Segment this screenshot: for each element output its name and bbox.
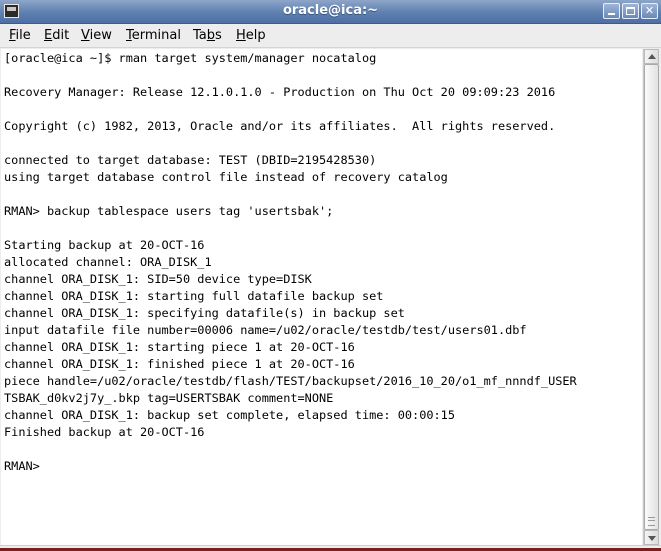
terminal-line: input datafile file number=00006 name=/u… bbox=[4, 323, 527, 337]
terminal-line: piece handle=/u02/oracle/testdb/flash/TE… bbox=[4, 374, 577, 388]
scrollbar-thumb[interactable] bbox=[644, 64, 659, 530]
terminal-window: oracle@ica:~ ✕ File Edit View Terminal T… bbox=[0, 0, 661, 551]
terminal-line: allocated channel: ORA_DISK_1 bbox=[4, 255, 212, 269]
close-button[interactable]: ✕ bbox=[641, 3, 658, 19]
terminal-line: [oracle@ica ~]$ rman target system/manag… bbox=[4, 51, 377, 65]
menu-file[interactable]: File bbox=[9, 28, 31, 43]
minimize-button[interactable] bbox=[603, 3, 620, 19]
terminal-line: channel ORA_DISK_1: starting piece 1 at … bbox=[4, 340, 355, 354]
terminal-line: channel ORA_DISK_1: specifying datafile(… bbox=[4, 306, 405, 320]
vertical-scrollbar[interactable] bbox=[643, 49, 659, 545]
arrow-up-icon bbox=[648, 54, 656, 59]
terminal-line: channel ORA_DISK_1: starting full datafi… bbox=[4, 289, 384, 303]
window-bottom-edge bbox=[0, 545, 661, 551]
terminal-line: Starting backup at 20-OCT-16 bbox=[4, 238, 205, 252]
terminal-prompt-line: RMAN> bbox=[4, 459, 47, 473]
terminal-line: TSBAK_d0kv2j7y_.bkp tag=USERTSBAK commen… bbox=[4, 391, 334, 405]
terminal-output[interactable]: [oracle@ica ~]$ rman target system/manag… bbox=[1, 49, 642, 545]
scroll-up-button[interactable] bbox=[644, 49, 659, 64]
menu-help[interactable]: Help bbox=[236, 28, 266, 43]
maximize-button[interactable] bbox=[622, 3, 639, 19]
menu-tabs[interactable]: Tabs bbox=[193, 28, 222, 43]
terminal-line: channel ORA_DISK_1: SID=50 device type=D… bbox=[4, 272, 312, 286]
menu-bar: File Edit View Terminal Tabs Help bbox=[0, 24, 661, 48]
scroll-down-button[interactable] bbox=[644, 530, 659, 545]
menu-edit[interactable]: Edit bbox=[44, 28, 69, 43]
menu-terminal[interactable]: Terminal bbox=[126, 28, 181, 43]
arrow-down-icon bbox=[648, 536, 656, 541]
grip-icon bbox=[648, 517, 655, 526]
terminal-line: Recovery Manager: Release 12.1.0.1.0 - P… bbox=[4, 85, 556, 99]
title-bar[interactable]: oracle@ica:~ ✕ bbox=[0, 0, 661, 24]
terminal-line: connected to target database: TEST (DBID… bbox=[4, 153, 377, 167]
window-title: oracle@ica:~ bbox=[282, 3, 379, 18]
terminal-line: RMAN> backup tablespace users tag 'usert… bbox=[4, 204, 334, 218]
terminal-line: channel ORA_DISK_1: finished piece 1 at … bbox=[4, 357, 355, 371]
terminal-line: Finished backup at 20-OCT-16 bbox=[4, 425, 205, 439]
menu-view[interactable]: View bbox=[81, 28, 112, 43]
terminal-line: Copyright (c) 1982, 2013, Oracle and/or … bbox=[4, 119, 556, 133]
terminal-line: using target database control file inste… bbox=[4, 170, 448, 184]
terminal-line: channel ORA_DISK_1: backup set complete,… bbox=[4, 408, 456, 422]
